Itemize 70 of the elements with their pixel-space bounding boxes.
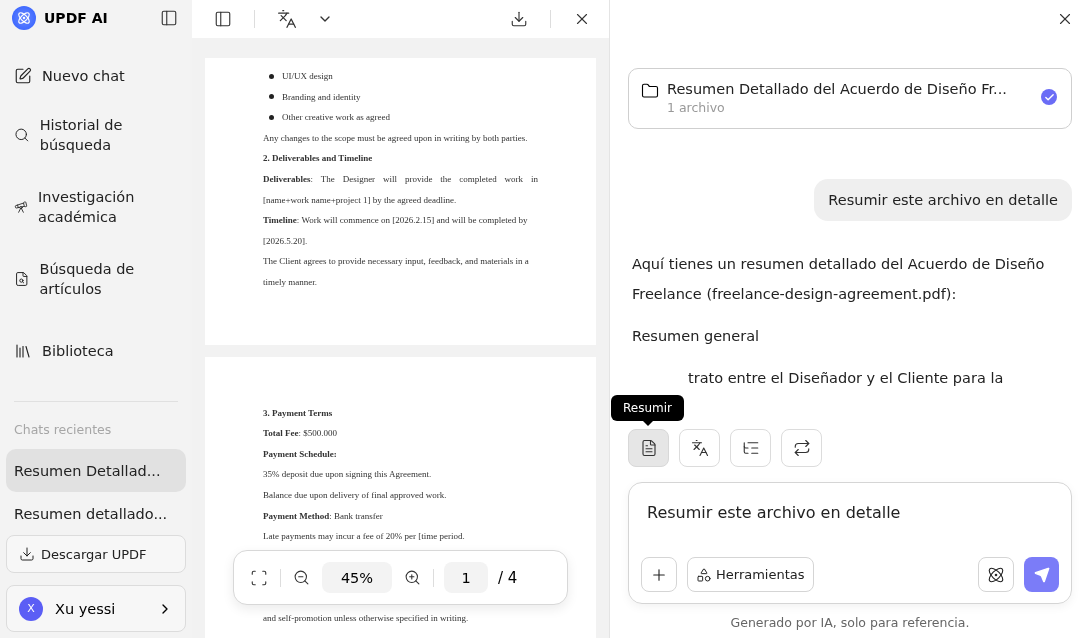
add-button[interactable] [641, 557, 677, 592]
page-number-field[interactable]: 1 [444, 562, 488, 593]
document-text: timely manner. [263, 275, 318, 289]
message-input[interactable]: Resumir este archivo en detalle Herramientas [628, 482, 1072, 604]
document-text: Balance due upon delivery of final approved work. [263, 488, 448, 502]
document-text: Any changes to the scope must be agreed upon in writing by both parties. [263, 131, 529, 145]
user-card[interactable]: X Xu yessi [6, 585, 186, 632]
document-heading: 2. Deliverables and Timeline [263, 152, 374, 166]
bullet-icon [269, 94, 274, 100]
document-text: and self-promotion unless otherwise specified in writing. [263, 612, 470, 626]
document-text: [2026.5.20]. [263, 234, 309, 248]
file-count: 1 archivo [667, 100, 726, 115]
answer-text: Resumen general [632, 327, 761, 346]
user-name: Xu yessi [55, 600, 117, 617]
nav-item[interactable]: Biblioteca [6, 315, 186, 388]
pen-square-icon [14, 67, 32, 86]
translate-icon[interactable] [275, 7, 299, 31]
atom-button[interactable] [978, 557, 1014, 592]
document-text: 35% deposit due upon signing this Agreement. [263, 468, 433, 482]
document-text: Late payments may incur a fee of 20% per [time period. [263, 530, 466, 544]
download-icon [19, 546, 35, 563]
translate-icon [690, 439, 709, 457]
bullet-icon [269, 115, 274, 120]
zoom-field[interactable]: 45% [322, 562, 392, 593]
nav-item[interactable]: Búsqueda de artículos [6, 243, 186, 316]
answer-text: Aquí tienes un resumen detallado del Acuerdo de Diseño Freelance (freelance-design-agreement.pdf): [632, 255, 1046, 304]
nav-item[interactable]: Nuevo chat [6, 53, 186, 100]
search-icon [14, 126, 30, 145]
document-heading: 3. Payment Terms [263, 406, 334, 420]
document-text: The Client agrees to provide necessary input, feedback, and materials in a [263, 255, 530, 269]
page-total: / 4 [498, 568, 518, 587]
tool-button[interactable] [679, 429, 720, 467]
nav-item[interactable]: Investigación académica [6, 171, 186, 244]
tool-button[interactable] [781, 429, 822, 467]
app-name: UPDF AI [44, 9, 109, 26]
download-button[interactable]: Descargar UPDF [6, 535, 186, 574]
answer-text: trato entre el Diseñador y el Cliente para la [687, 369, 1005, 388]
send-button[interactable] [1024, 557, 1059, 592]
shapes-icon [696, 566, 712, 583]
document-icon [639, 439, 658, 457]
recent-chat-item[interactable]: Resumen detallado... [6, 492, 186, 535]
document-text: UI/UX design [282, 70, 333, 83]
list-tree-icon [741, 439, 760, 457]
document-text: Timeline: Work will commence on [2026.2.15] and will be completed by [263, 214, 529, 228]
file-card[interactable]: Resumen Detallado del Acuerdo de Diseño Fr... 1 archivo [628, 68, 1072, 129]
tooltip: Resumir [611, 395, 684, 421]
document-text: Payment Method: Bank transfer [263, 509, 384, 523]
atom-icon [987, 565, 1005, 584]
send-icon [1033, 566, 1050, 583]
bullet-icon [269, 73, 274, 79]
file-title: Resumen Detallado del Acuerdo de Diseño Fr... [667, 81, 1007, 97]
tooltip-pointer [642, 421, 653, 426]
document-search-icon [14, 270, 30, 289]
disclaimer-text: Generado por IA, solo para referencia. [729, 615, 971, 630]
document-text: Deliverables: The Designer will provide the completed work in [263, 172, 538, 186]
recent-chat-item[interactable]: Resumen Detallad... [6, 449, 186, 493]
app-logo [12, 5, 36, 30]
document-heading: Payment Schedule: [263, 447, 338, 461]
document-text: [name+work name+project 1] by the agreed deadline. [263, 193, 458, 207]
convert-icon [792, 439, 811, 457]
folder-icon [641, 82, 659, 100]
nav-item[interactable]: Historial de búsqueda [6, 99, 186, 172]
document-text: Branding and identity [282, 90, 361, 104]
avatar: X [19, 596, 43, 621]
document-text: Total Fee: $500.000 [263, 427, 338, 441]
tool-button[interactable] [628, 429, 669, 467]
section-label: Chats recientes [13, 422, 113, 440]
tools-button[interactable]: Herramientas [687, 557, 814, 592]
document-text: Other creative work as agreed [282, 111, 390, 125]
user-message: Resumir este archivo en detalle [814, 179, 1072, 221]
